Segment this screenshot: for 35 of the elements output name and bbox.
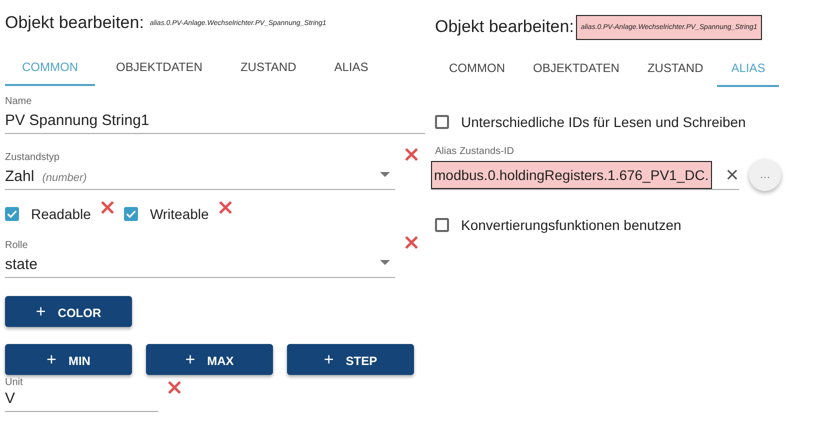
checkbox-label: Writeable (150, 206, 209, 222)
dropdown-arrow-icon (380, 172, 390, 177)
add-button[interactable]: + STEP (287, 344, 414, 375)
remove-icon[interactable] (100, 200, 114, 214)
tab[interactable]: ZUSTAND (633, 51, 718, 87)
id-value: modbus.0.holdingRegisters.1.676_PV1_DC. (431, 160, 712, 188)
select-field[interactable]: Zustandstyp Zahl (number) (5, 152, 395, 190)
remove-icon[interactable] (405, 148, 418, 161)
add-button[interactable]: + COLOR (5, 296, 132, 327)
field-label: Alias Zustands-ID (435, 146, 515, 157)
tab[interactable]: OBJEKTDATEN (99, 50, 220, 86)
checkbox-label: Konvertierungsfunktionen benutzen (461, 217, 682, 233)
id-input-field[interactable]: modbus.0.holdingRegisters.1.676_PV1_DC. × (431, 160, 739, 190)
dialog-title: Objekt bearbeiten: (435, 17, 574, 37)
remove-icon[interactable] (168, 381, 181, 394)
tab[interactable]: COMMON (435, 51, 519, 87)
dialog-title: Objekt bearbeiten: (5, 13, 144, 33)
checkbox[interactable] (5, 207, 19, 221)
checkbox[interactable] (435, 115, 449, 129)
more-button[interactable]: … (749, 159, 781, 191)
remove-icon[interactable] (405, 236, 418, 249)
unit-field[interactable]: Unit V (5, 377, 158, 412)
checkbox-label: Readable (31, 206, 91, 222)
checkbox[interactable] (435, 218, 449, 232)
add-button[interactable]: + MIN (5, 344, 132, 375)
remove-icon[interactable] (218, 200, 232, 214)
add-button[interactable]: + MAX (146, 344, 273, 375)
tab[interactable]: ZUSTAND (223, 50, 314, 86)
tab[interactable]: OBJEKTDATEN (519, 51, 634, 87)
select-field[interactable]: Name PV Spannung String1 (5, 96, 425, 134)
tab[interactable]: ALIAS (317, 50, 386, 86)
select-field[interactable]: Rolle state (5, 240, 395, 278)
checkbox-label: Unterschiedliche IDs für Lesen und Schreiben (461, 114, 746, 130)
checkbox[interactable] (124, 207, 138, 221)
dropdown-arrow-icon (380, 260, 390, 265)
